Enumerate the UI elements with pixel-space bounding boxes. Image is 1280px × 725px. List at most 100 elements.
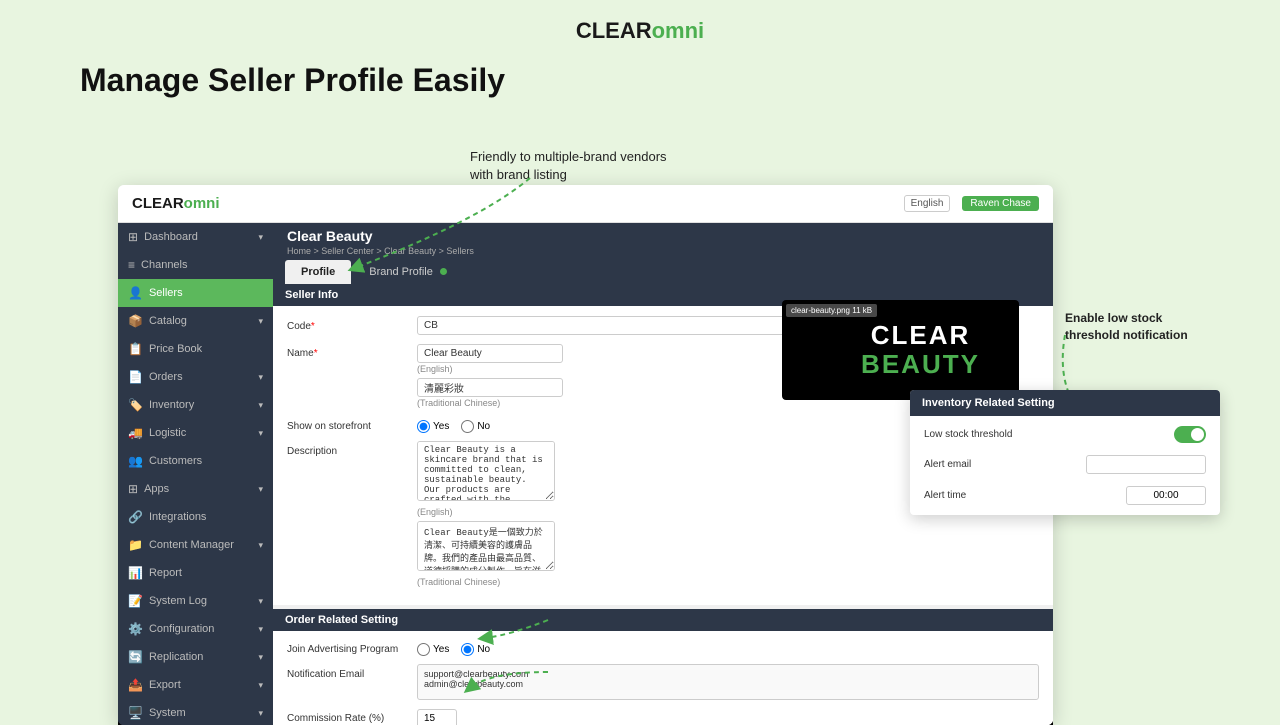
chevron-icon: ▾ (258, 708, 263, 719)
alert-time-input[interactable] (1126, 486, 1206, 505)
sidebar-item-apps[interactable]: ⊞ Apps ▾ (118, 475, 273, 503)
sidebar-label-content: Content Manager (149, 539, 234, 551)
sidebar-item-integrations[interactable]: 🔗 Integrations (118, 503, 273, 531)
sidebar-label-apps: Apps (144, 483, 169, 495)
description-textarea-en[interactable]: Clear Beauty is a skincare brand that is… (417, 441, 555, 501)
chevron-icon: ▾ (258, 428, 263, 439)
name-input-zh[interactable] (417, 378, 563, 397)
form-row-advertising: Join Advertising Program Yes No (287, 639, 1039, 656)
advertising-label: Join Advertising Program (287, 639, 407, 655)
sidebar-label-system: System (149, 707, 186, 719)
storefront-label: Show on storefront (287, 416, 407, 432)
sidebar-item-catalog[interactable]: 📦 Catalog ▾ (118, 307, 273, 335)
order-section-header: Order Related Setting (273, 609, 1053, 631)
catalog-icon: 📦 (128, 314, 143, 328)
chevron-icon: ▾ (258, 372, 263, 383)
name-input-en[interactable] (417, 344, 563, 363)
breadcrumb-sellers[interactable]: Sellers (446, 246, 474, 256)
adv-yes-label[interactable]: Yes (417, 643, 449, 656)
radio-yes[interactable] (417, 420, 430, 433)
sidebar-item-orders[interactable]: 📄 Orders ▾ (118, 363, 273, 391)
breadcrumb-sep2: > (376, 246, 384, 256)
content-icon: 📁 (128, 538, 143, 552)
name-label: Name* (287, 343, 407, 359)
logistic-icon: 🚚 (128, 426, 143, 440)
tab-profile[interactable]: Profile (285, 260, 351, 284)
code-label: Code* (287, 316, 407, 332)
integrations-icon: 🔗 (128, 510, 143, 524)
header-logo-omni: omni (184, 195, 220, 212)
sidebar-item-report[interactable]: 📊 Report (118, 559, 273, 587)
radio-no-label[interactable]: No (461, 420, 490, 433)
sidebar-label-integrations: Integrations (149, 511, 206, 523)
sidebar-item-sellers[interactable]: 👤 Sellers (118, 279, 273, 307)
sidebar-item-systemlog[interactable]: 📝 System Log ▾ (118, 587, 273, 615)
sidebar-item-export[interactable]: 📤 Export ▾ (118, 671, 273, 699)
notif-email-label: Notification Email (287, 664, 407, 680)
alert-email-label: Alert email (924, 459, 971, 470)
tab-brand-profile[interactable]: Brand Profile (353, 260, 463, 284)
breadcrumb-clearbeauty[interactable]: Clear Beauty (384, 246, 436, 256)
pricebook-icon: 📋 (128, 342, 143, 356)
dashboard-icon: ⊞ (128, 230, 138, 244)
header-logo-clear: CLEAR (132, 195, 184, 212)
low-stock-label: Low stock threshold (924, 429, 1012, 440)
apps-icon: ⊞ (128, 482, 138, 496)
notif-email-box[interactable]: support@clearbeauty.com admin@clearbeaut… (417, 664, 1039, 700)
callout-right: Enable low stock threshold notification (1065, 310, 1245, 344)
sidebar-label-report: Report (149, 567, 182, 579)
low-stock-toggle[interactable] (1174, 426, 1206, 443)
sidebar-item-replication[interactable]: 🔄 Replication ▾ (118, 643, 273, 671)
breadcrumb: Home > Seller Center > Clear Beauty > Se… (287, 246, 1039, 260)
breadcrumb-sellercenter[interactable]: Seller Center (321, 246, 374, 256)
breadcrumb-home[interactable]: Home (287, 246, 311, 256)
commission-input[interactable] (417, 709, 457, 725)
sidebar-item-inventory[interactable]: 🏷️ Inventory ▾ (118, 391, 273, 419)
app-header-logo: CLEARomni (132, 195, 220, 212)
name-sub-zh: (Traditional Chinese) (417, 398, 837, 408)
storefront-radio-group: Yes No (417, 416, 490, 433)
chevron-icon: ▾ (258, 400, 263, 411)
sidebar-item-logistic[interactable]: 🚚 Logistic ▾ (118, 419, 273, 447)
commission-label: Commission Rate (%) (287, 708, 407, 724)
sidebar-label-orders: Orders (149, 371, 183, 383)
advertising-radio-group: Yes No (417, 639, 490, 656)
language-selector[interactable]: English (904, 195, 951, 212)
radio-yes-label[interactable]: Yes (417, 420, 449, 433)
sidebar-item-customers[interactable]: 👥 Customers (118, 447, 273, 475)
alert-email-input[interactable] (1086, 455, 1206, 474)
sellers-icon: 👤 (128, 286, 143, 300)
chevron-icon: ▾ (258, 232, 263, 243)
user-menu[interactable]: Raven Chase (962, 196, 1039, 211)
app-header-right: English Raven Chase (904, 195, 1039, 212)
radio-no[interactable] (461, 420, 474, 433)
export-icon: 📤 (128, 678, 143, 692)
sidebar-item-dashboard[interactable]: ⊞ Dashboard ▾ (118, 223, 273, 251)
sidebar-item-configuration[interactable]: ⚙️ Configuration ▾ (118, 615, 273, 643)
channels-icon: ≡ (128, 258, 135, 272)
sidebar-item-pricebook[interactable]: 📋 Price Book (118, 335, 273, 363)
form-row-notif-email: Notification Email support@clearbeauty.c… (287, 664, 1039, 700)
sidebar-label-channels: Channels (141, 259, 187, 271)
required-star: * (314, 348, 318, 359)
order-form-area: Join Advertising Program Yes No (273, 631, 1053, 725)
code-input[interactable] (417, 316, 837, 335)
sub-header-area: Clear Beauty Home > Seller Center > Clea… (273, 223, 1053, 260)
inventory-icon: 🏷️ (128, 398, 143, 412)
adv-radio-no[interactable] (461, 643, 474, 656)
adv-no-label[interactable]: No (461, 643, 490, 656)
description-label: Description (287, 441, 407, 457)
sidebar-label-export: Export (149, 679, 181, 691)
sidebar-item-channels[interactable]: ≡ Channels (118, 251, 273, 279)
adv-radio-yes[interactable] (417, 643, 430, 656)
description-sub-en: (English) (417, 507, 837, 517)
description-fields: Clear Beauty is a skincare brand that is… (417, 441, 837, 587)
sidebar-label-sellers: Sellers (149, 287, 183, 299)
sidebar-item-content[interactable]: 📁 Content Manager ▾ (118, 531, 273, 559)
notif-email-2: admin@clearbeauty.com (424, 679, 1032, 689)
sidebar-label-logistic: Logistic (149, 427, 186, 439)
brand-clear: CLEAR (861, 321, 980, 350)
logo-omni: omni (652, 18, 705, 43)
description-textarea-zh[interactable]: Clear Beauty是一個致力於清潔、可持續美容的護膚品牌。我們的產品由最高… (417, 521, 555, 571)
sidebar-item-system[interactable]: 🖥️ System ▾ (118, 699, 273, 725)
